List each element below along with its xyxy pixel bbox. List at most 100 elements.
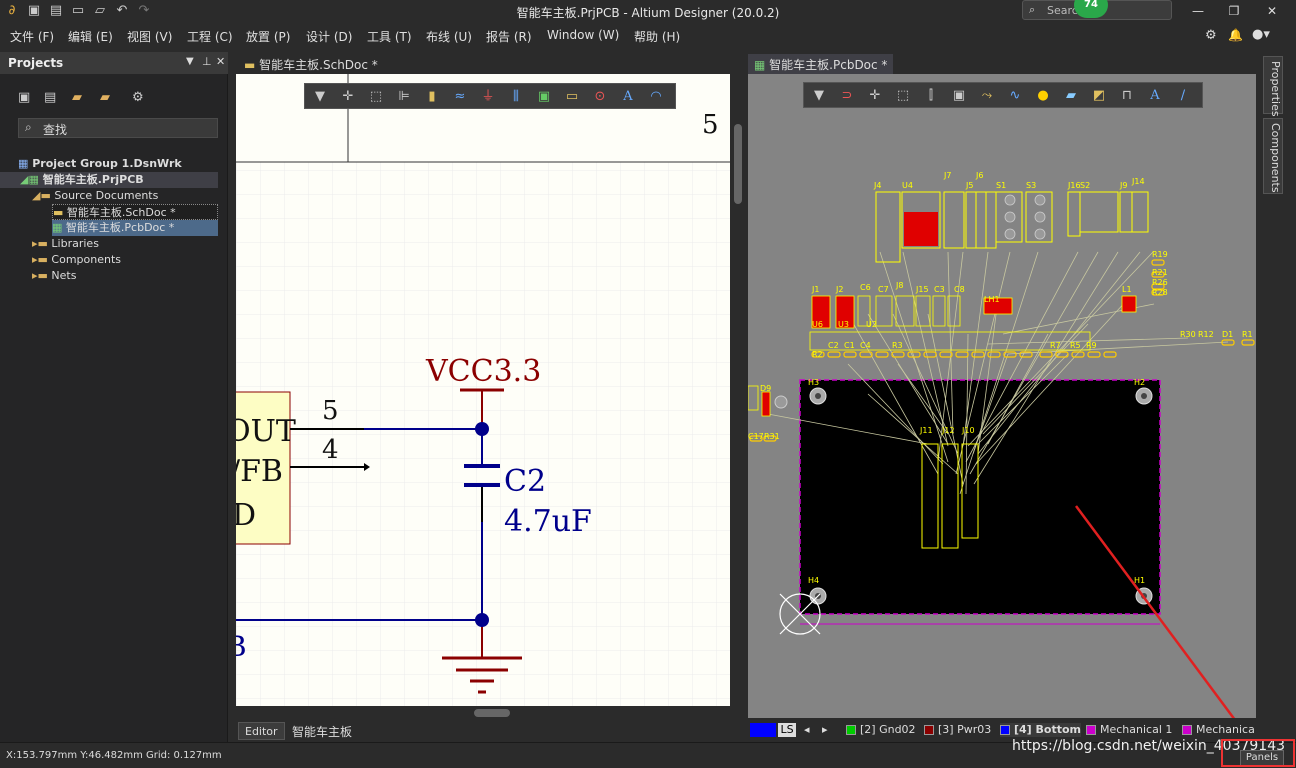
diff-pair-icon[interactable]: ∿ — [1006, 87, 1024, 105]
tab-sheet[interactable]: 智能车主板 — [286, 722, 358, 740]
folder-icon: ▸▬ — [32, 253, 48, 266]
layer-scroll-left-icon[interactable]: ◂ — [804, 723, 810, 737]
port-icon[interactable]: ▭ — [563, 88, 581, 106]
layer-color-swatch — [846, 725, 856, 735]
schematic-vertical-scrollbar[interactable] — [730, 74, 746, 706]
designator-label: H1 — [1134, 576, 1146, 585]
menu-reports[interactable]: 报告 (R) — [486, 28, 532, 45]
designator-label: J4 — [874, 181, 882, 190]
project-options-icon[interactable]: ▰ — [100, 90, 110, 105]
sheet-symbol-icon[interactable]: ▣ — [535, 88, 553, 106]
designator-label: C7 — [878, 285, 889, 294]
move-icon[interactable]: ✛ — [866, 87, 884, 105]
minimize-button[interactable]: — — [1188, 2, 1208, 20]
interactive-route-icon[interactable]: ⊃ — [838, 87, 856, 105]
select-icon[interactable]: ⬚ — [894, 87, 912, 105]
notifications-icon[interactable]: 🔔 — [1228, 28, 1243, 42]
filter-icon[interactable]: ▼ — [810, 87, 828, 105]
layer-tab-bottom[interactable]: [4] Bottom — [1000, 723, 1082, 737]
layer-tab-gnd02[interactable]: [2] Gnd02 — [846, 723, 916, 737]
menu-view[interactable]: 视图 (V) — [127, 28, 172, 45]
layer-scroll-right-icon[interactable]: ▸ — [822, 723, 828, 737]
tree-item-source-documents[interactable]: ◢▬ Source Documents — [32, 188, 158, 204]
menu-window[interactable]: Window (W) — [547, 28, 619, 42]
panel-close-icon[interactable]: ✕ — [216, 55, 225, 68]
schematic-horizontal-scrollbar[interactable] — [236, 706, 730, 720]
designator-label: J8 — [896, 281, 904, 290]
designator-label: C3 — [934, 285, 945, 294]
align-icon[interactable]: ⊫ — [395, 88, 413, 106]
panel-menu-icon[interactable]: ▼ — [186, 56, 194, 67]
tree-item-workspace[interactable]: ▦ Project Group 1.DsnWrk — [18, 156, 182, 172]
power-port-vcc[interactable]: VCC3.3 — [426, 354, 541, 389]
tab-editor[interactable]: Editor — [238, 722, 285, 740]
menu-file[interactable]: 文件 (F) — [10, 28, 54, 45]
tree-item-schdoc[interactable]: ▬ 智能车主板.SchDoc * — [52, 204, 218, 220]
polygon-icon[interactable]: ▰ — [1062, 87, 1080, 105]
capacitor-value[interactable]: 4.7uF — [504, 504, 592, 539]
layer-tab-pwr03[interactable]: [3] Pwr03 — [924, 723, 991, 737]
designator-label: R7 — [1050, 341, 1061, 350]
settings-icon[interactable]: ⚙ — [1205, 28, 1217, 43]
menu-help[interactable]: 帮助 (H) — [634, 28, 680, 45]
keepout-icon[interactable]: ◩ — [1090, 87, 1108, 105]
user-icon[interactable]: ●▾ — [1252, 27, 1270, 42]
menu-design[interactable]: 设计 (D) — [306, 28, 352, 45]
dimension-icon[interactable]: ⊓ — [1118, 87, 1136, 105]
tab-pcbdoc[interactable]: ▦ 智能车主板.PcbDoc * — [748, 54, 894, 74]
via-icon[interactable]: ● — [1034, 87, 1052, 105]
maximize-button[interactable]: ❐ — [1224, 2, 1244, 20]
designator-label: C8 — [954, 285, 965, 294]
pin-icon[interactable]: ⊥ — [202, 55, 212, 68]
filter-icon[interactable]: ▼ — [311, 88, 329, 106]
pin-name-out: OUT — [236, 414, 296, 449]
pcb-drawing — [748, 191, 1255, 718]
text-icon[interactable]: A — [1146, 87, 1164, 105]
notification-badge[interactable]: 74 — [1074, 0, 1108, 18]
power-port-icon[interactable]: ⏚ — [479, 88, 497, 106]
tab-schdoc[interactable]: ▬ 智能车主板.SchDoc * — [238, 54, 384, 74]
arc-icon[interactable]: ◠ — [647, 88, 665, 106]
layer-set-ls[interactable]: LS — [778, 723, 796, 737]
line-icon[interactable]: ∕ — [1174, 87, 1192, 105]
move-icon[interactable]: ✛ — [339, 88, 357, 106]
text-icon[interactable]: A — [619, 88, 637, 106]
layer-tab-mechanical1[interactable]: Mechanical 1 — [1086, 723, 1172, 737]
tree-label: Project Group 1.DsnWrk — [32, 157, 182, 170]
wire-icon[interactable]: ≈ — [451, 88, 469, 106]
menu-route[interactable]: 布线 (U) — [426, 28, 472, 45]
layer-tab-mechanical[interactable]: Mechanica — [1182, 723, 1255, 737]
tree-item-nets[interactable]: ▸▬ Nets — [32, 268, 76, 284]
save-all-project-icon[interactable]: ▤ — [44, 90, 56, 105]
pcb-canvas[interactable]: J4 U4 J7 J5 J6 S1 S3 J16 S2 J9 J14 R19 R… — [748, 74, 1256, 718]
schematic-canvas[interactable]: 5 5 4 OUT /FB D B VCC3.3 C2 4.7uF — [236, 74, 730, 706]
tree-item-components[interactable]: ▸▬ Components — [32, 252, 121, 268]
tree-item-project[interactable]: ◢▦ 智能车主板.PrjPCB — [0, 172, 218, 188]
pcb-doc-icon: ▦ — [52, 221, 63, 234]
tab-components[interactable]: Components — [1263, 118, 1283, 194]
select-icon[interactable]: ⬚ — [367, 88, 385, 106]
settings-icon[interactable]: ⚙ — [132, 90, 144, 105]
designator-label: R31 — [764, 432, 780, 441]
designator-label: LH1 — [984, 295, 1000, 304]
tree-item-libraries[interactable]: ▸▬ Libraries — [32, 236, 99, 252]
place-part-icon[interactable]: ▮ — [423, 88, 441, 106]
menu-edit[interactable]: 编辑 (E) — [68, 28, 113, 45]
scroll-thumb[interactable] — [474, 709, 510, 717]
open-folder-icon[interactable]: ▰ — [72, 90, 82, 105]
menu-project[interactable]: 工程 (C) — [187, 28, 233, 45]
menu-place[interactable]: 放置 (P) — [246, 28, 290, 45]
scroll-thumb[interactable] — [734, 124, 742, 204]
close-button[interactable]: ✕ — [1262, 2, 1282, 20]
align-icon[interactable]: ⫿ — [922, 87, 940, 105]
route-icon[interactable]: ⤳ — [978, 87, 996, 105]
tree-item-pcbdoc[interactable]: ▦ 智能车主板.PcbDoc * — [52, 220, 218, 236]
save-project-icon[interactable]: ▣ — [18, 90, 30, 105]
place-component-icon[interactable]: ▣ — [950, 87, 968, 105]
harness-icon[interactable]: ⫼ — [507, 88, 525, 106]
projects-search-input[interactable]: ⌕ 查找 — [18, 118, 218, 138]
capacitor-designator[interactable]: C2 — [504, 464, 546, 499]
directive-icon[interactable]: ⊙ — [591, 88, 609, 106]
menu-tools[interactable]: 工具 (T) — [367, 28, 412, 45]
tab-properties[interactable]: Properties — [1263, 56, 1283, 117]
